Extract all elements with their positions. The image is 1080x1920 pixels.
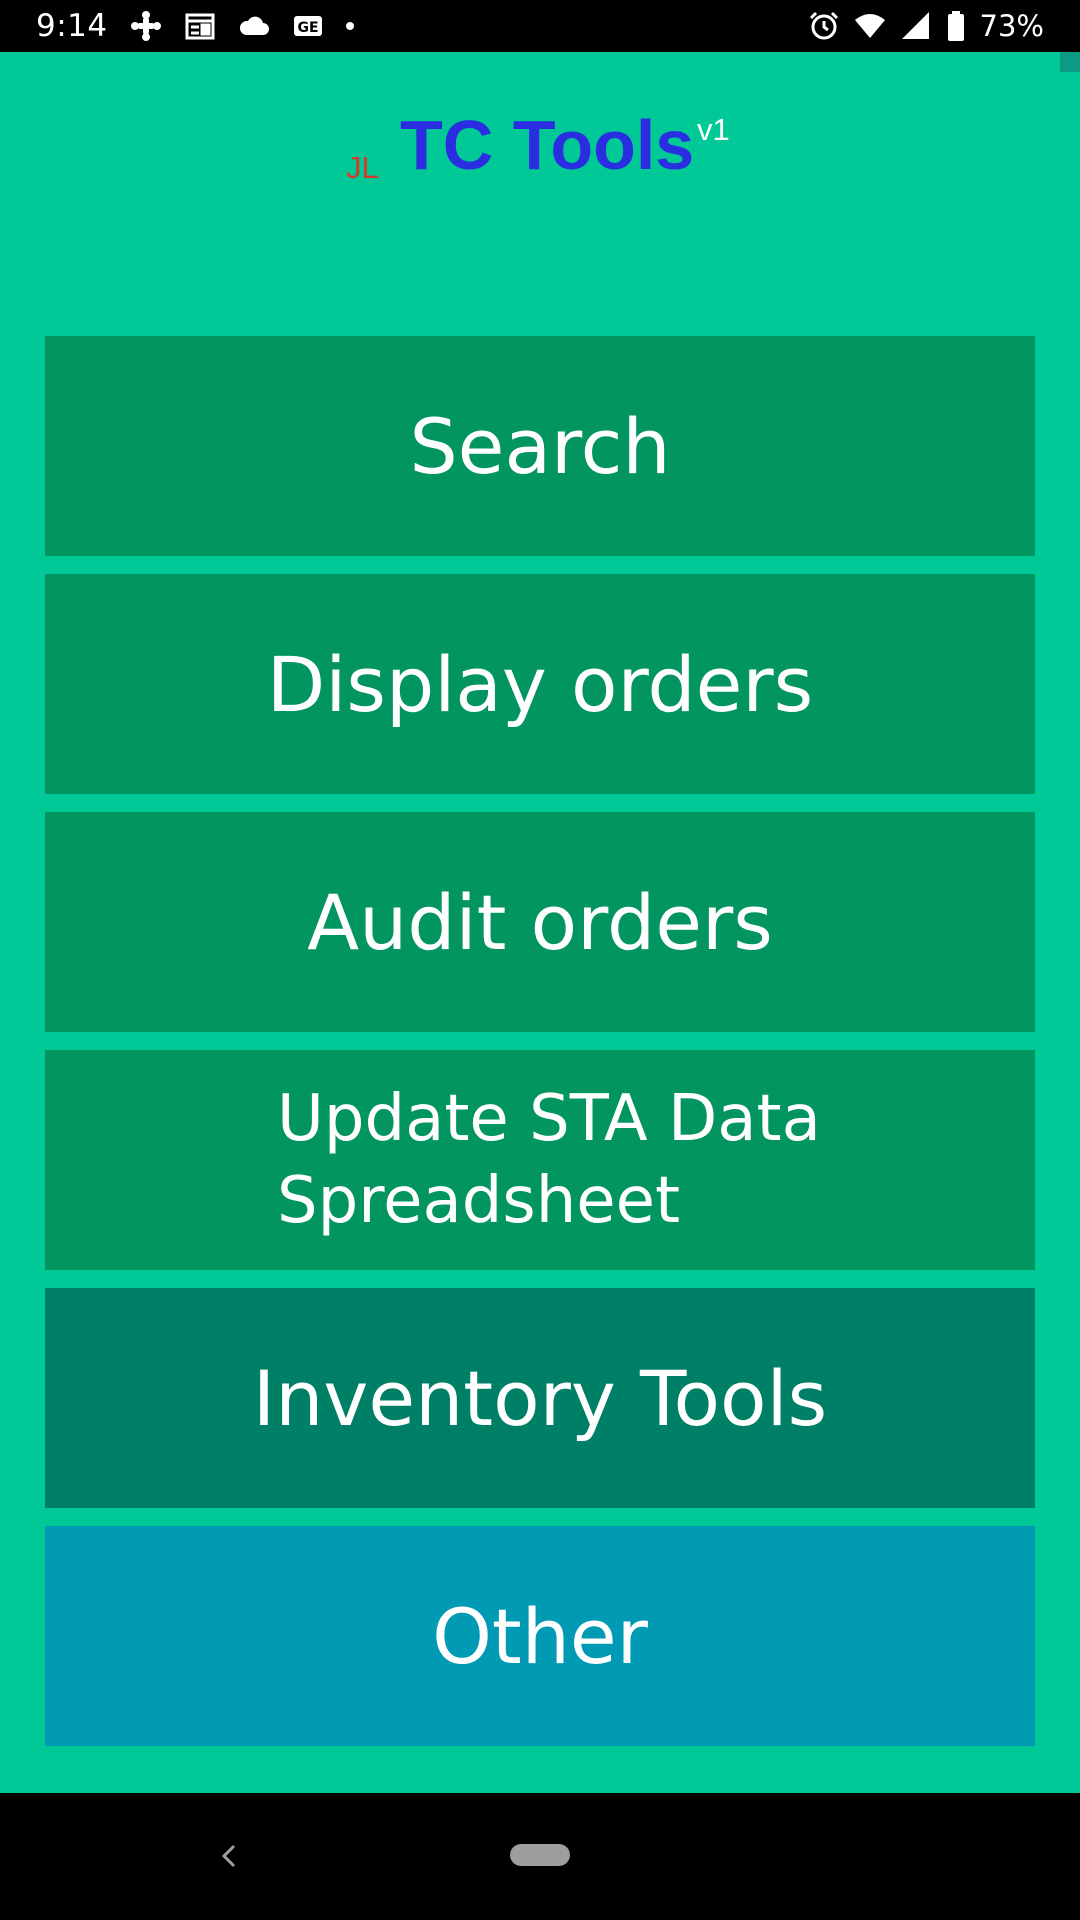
svg-text:GE: GE — [297, 20, 318, 36]
search-button[interactable]: Search — [45, 336, 1035, 556]
notification-dot-icon — [345, 22, 354, 30]
back-icon[interactable] — [214, 1831, 244, 1881]
app-screen: JL TC Tools v1 Search Display orders Aud… — [0, 52, 1080, 1793]
cbc-gem-icon — [130, 10, 162, 42]
battery-percentage: 73% — [979, 9, 1044, 43]
home-pill-icon[interactable] — [510, 1844, 570, 1866]
inventory-tools-button[interactable]: Inventory Tools — [45, 1288, 1035, 1508]
status-time: 9:14 — [36, 8, 108, 44]
display-orders-button[interactable]: Display orders — [45, 574, 1035, 794]
wifi-icon — [854, 10, 886, 42]
calendar-news-icon — [184, 10, 216, 42]
signal-icon — [900, 10, 932, 42]
ge-badge-icon: GE — [292, 10, 324, 42]
app-title: TC Tools — [400, 106, 695, 184]
app-header: JL TC Tools v1 — [0, 52, 1080, 185]
main-menu: Search Display orders Audit orders Updat… — [45, 336, 1035, 1764]
status-bar: 9:14 GE 73% — [0, 0, 1080, 52]
navigation-bar — [0, 1793, 1080, 1920]
audit-orders-button[interactable]: Audit orders — [45, 812, 1035, 1032]
battery-icon — [946, 10, 966, 42]
user-initials: JL — [346, 150, 379, 185]
alarm-icon — [808, 10, 840, 42]
update-sta-data-spreadsheet-button[interactable]: Update STA Data Spreadsheet — [45, 1050, 1035, 1270]
app-version: v1 — [697, 112, 730, 147]
status-left: 9:14 GE — [36, 0, 354, 52]
other-button[interactable]: Other — [45, 1526, 1035, 1746]
cloud-icon — [238, 10, 270, 42]
status-right: 73% — [808, 0, 1044, 52]
